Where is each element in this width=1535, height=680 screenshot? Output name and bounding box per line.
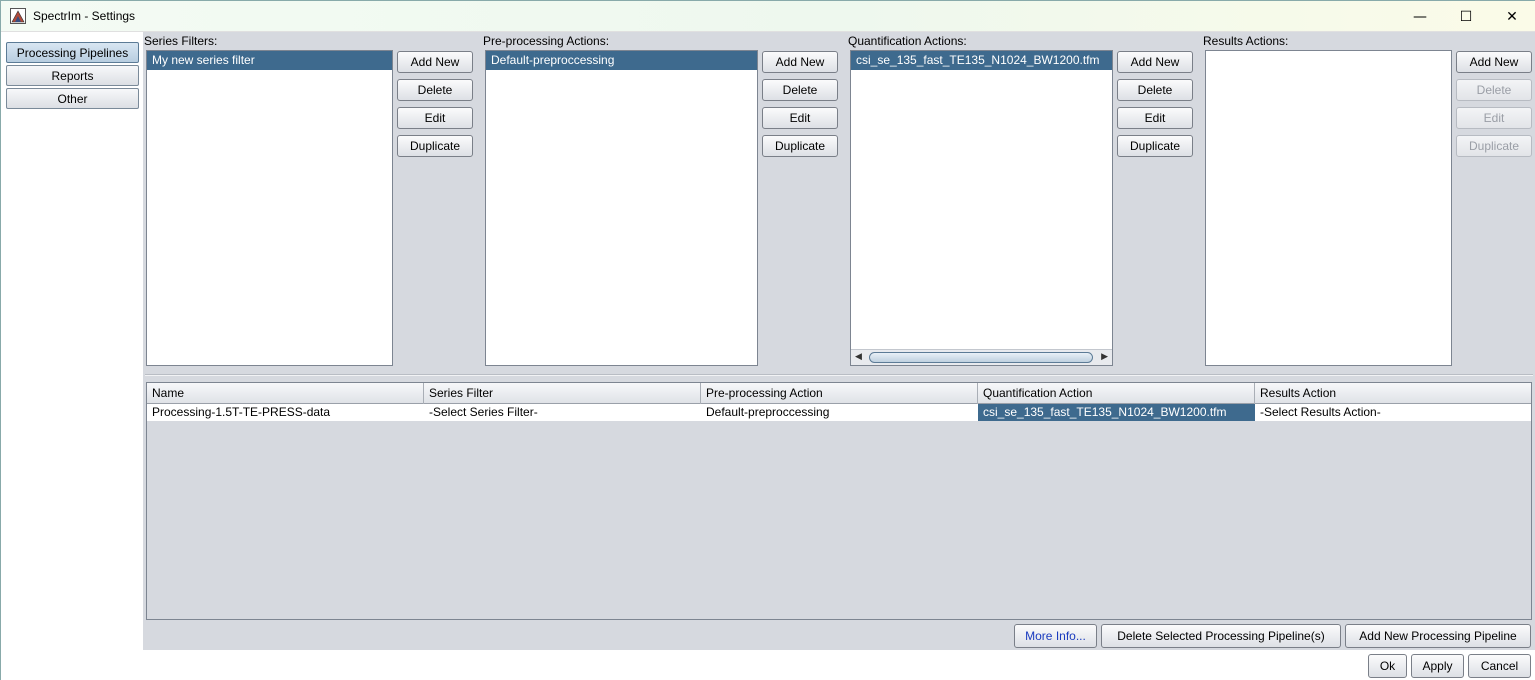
series-filters-list[interactable]: My new series filter — [146, 50, 393, 366]
settings-window: SpectrIm - Settings — ☐ ✕ Processing Pip… — [0, 0, 1535, 680]
nav-processing-pipelines[interactable]: Processing Pipelines — [6, 42, 139, 63]
ok-button[interactable]: Ok — [1368, 654, 1407, 678]
series-filter-add-button[interactable]: Add New — [397, 51, 473, 73]
table-header: Name Series Filter Pre-processing Action… — [147, 383, 1531, 404]
scrollbar-thumb[interactable] — [869, 352, 1093, 363]
cell-quantification[interactable]: csi_se_135_fast_TE135_N1024_BW1200.tfm — [978, 404, 1255, 421]
cell-preprocessing[interactable]: Default-preproccessing — [701, 404, 978, 421]
quantification-edit-button[interactable]: Edit — [1117, 107, 1193, 129]
column-header-preprocessing[interactable]: Pre-processing Action — [701, 383, 978, 404]
column-header-series-filter[interactable]: Series Filter — [424, 383, 701, 404]
series-filters-label: Series Filters: — [144, 34, 218, 48]
cancel-button[interactable]: Cancel — [1468, 654, 1531, 678]
nav-other[interactable]: Other — [6, 88, 139, 109]
results-duplicate-button: Duplicate — [1456, 135, 1532, 157]
preprocessing-actions-label: Pre-processing Actions: — [483, 34, 610, 48]
close-icon[interactable]: ✕ — [1489, 1, 1535, 32]
apply-button[interactable]: Apply — [1411, 654, 1464, 678]
series-filter-edit-button[interactable]: Edit — [397, 107, 473, 129]
maximize-icon[interactable]: ☐ — [1443, 1, 1489, 32]
quantification-add-button[interactable]: Add New — [1117, 51, 1193, 73]
list-item[interactable]: csi_se_135_fast_TE135_N1024_BW1200.tfm — [851, 51, 1112, 70]
quantification-actions-list[interactable]: csi_se_135_fast_TE135_N1024_BW1200.tfm ◀… — [850, 50, 1113, 366]
app-icon — [10, 8, 26, 24]
preprocessing-edit-button[interactable]: Edit — [762, 107, 838, 129]
delete-pipeline-button[interactable]: Delete Selected Processing Pipeline(s) — [1101, 624, 1341, 648]
scroll-left-icon[interactable]: ◀ — [855, 352, 862, 362]
results-add-button[interactable]: Add New — [1456, 51, 1532, 73]
scroll-right-icon[interactable]: ▶ — [1101, 352, 1108, 362]
preprocessing-actions-list[interactable]: Default-preproccessing — [485, 50, 758, 366]
list-item[interactable]: Default-preproccessing — [486, 51, 757, 70]
series-filter-delete-button[interactable]: Delete — [397, 79, 473, 101]
quantification-delete-button[interactable]: Delete — [1117, 79, 1193, 101]
nav-reports[interactable]: Reports — [6, 65, 139, 86]
list-item[interactable]: My new series filter — [147, 51, 392, 70]
cell-results[interactable]: -Select Results Action- — [1255, 404, 1531, 421]
cell-series-filter[interactable]: -Select Series Filter- — [424, 404, 701, 421]
preprocessing-delete-button[interactable]: Delete — [762, 79, 838, 101]
minimize-icon[interactable]: — — [1397, 1, 1443, 32]
processing-pipelines-panel: Series Filters: My new series filter Add… — [143, 32, 1535, 650]
results-actions-label: Results Actions: — [1203, 34, 1289, 48]
column-header-quantification[interactable]: Quantification Action — [978, 383, 1255, 404]
horizontal-scrollbar[interactable]: ◀ ▶ — [851, 349, 1112, 365]
more-info-button[interactable]: More Info... — [1014, 624, 1097, 648]
column-header-results[interactable]: Results Action — [1255, 383, 1531, 404]
title-bar: SpectrIm - Settings — ☐ ✕ — [1, 1, 1535, 32]
settings-nav: Processing Pipelines Reports Other — [1, 32, 143, 650]
column-header-name[interactable]: Name — [147, 383, 424, 404]
results-edit-button: Edit — [1456, 107, 1532, 129]
preprocessing-add-button[interactable]: Add New — [762, 51, 838, 73]
quantification-actions-label: Quantification Actions: — [848, 34, 967, 48]
add-pipeline-button[interactable]: Add New Processing Pipeline — [1345, 624, 1531, 648]
cell-name[interactable]: Processing-1.5T-TE-PRESS-data — [147, 404, 424, 421]
table-row[interactable]: Processing-1.5T-TE-PRESS-data -Select Se… — [147, 404, 1531, 421]
quantification-duplicate-button[interactable]: Duplicate — [1117, 135, 1193, 157]
results-delete-button: Delete — [1456, 79, 1532, 101]
results-actions-list[interactable] — [1205, 50, 1452, 366]
window-title: SpectrIm - Settings — [33, 9, 136, 23]
dialog-footer: Ok Apply Cancel — [1, 650, 1535, 680]
series-filter-duplicate-button[interactable]: Duplicate — [397, 135, 473, 157]
pipelines-table[interactable]: Name Series Filter Pre-processing Action… — [146, 382, 1532, 620]
preprocessing-duplicate-button[interactable]: Duplicate — [762, 135, 838, 157]
section-divider — [145, 374, 1533, 376]
